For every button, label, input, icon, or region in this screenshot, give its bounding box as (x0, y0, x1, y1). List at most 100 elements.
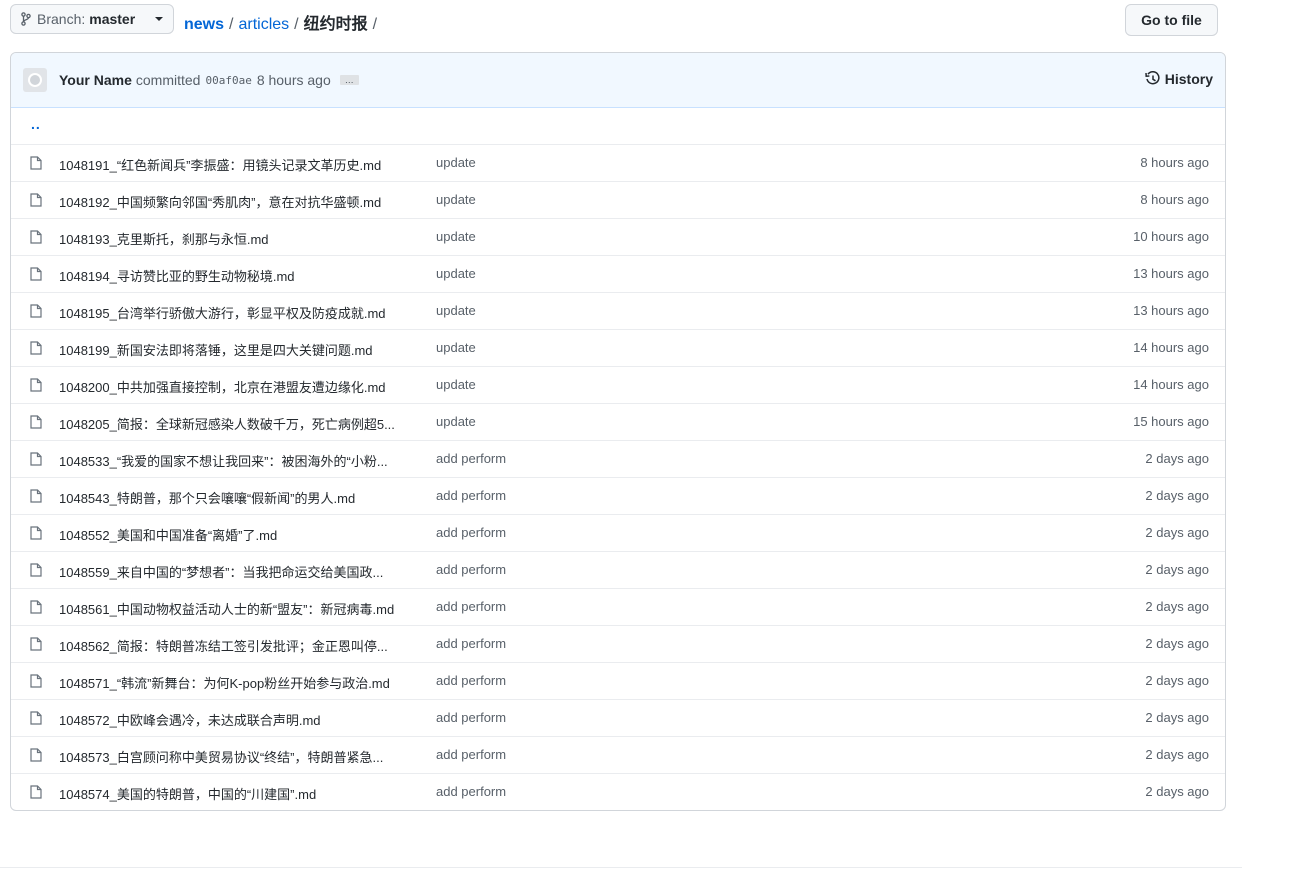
breadcrumb-repo-link[interactable]: news (184, 16, 224, 34)
file-name-link[interactable]: 1048572_中欧峰会遇冷，未达成联合声明.md (59, 710, 423, 729)
commit-message-expand-button[interactable]: … (339, 75, 359, 85)
file-icon (30, 452, 42, 466)
file-name-link[interactable]: 1048574_美国的特朗普，中国的“川建国”.md (59, 784, 423, 803)
commit-message-link[interactable]: update (436, 414, 476, 429)
file-name-link[interactable]: 1048533_“我爱的国家不想让我回来”：被困海外的“小粉... (59, 451, 423, 470)
commit-message-link[interactable]: add perform (436, 562, 506, 577)
commit-message-link[interactable]: update (436, 229, 476, 244)
breadcrumb: news / articles / 纽约时报 / (184, 10, 382, 34)
table-row[interactable]: 1048559_来自中国的“梦想者”：当我把命运交给美国政... add perf… (11, 551, 1225, 588)
table-row[interactable]: 1048574_美国的特朗普，中国的“川建国”.md add perform 2 d… (11, 773, 1225, 810)
git-branch-icon (21, 12, 31, 26)
commit-message-link[interactable]: update (436, 192, 476, 207)
table-row[interactable]: 1048199_新国安法即将落锤，这里是四大关键问题.md update 14 ho… (11, 329, 1225, 366)
file-name-link[interactable]: 1048192_中国频繁向邻国“秀肌肉”，意在对抗华盛顿.md (59, 192, 423, 211)
file-browser: Your Name committed 00af0ae 8 hours ago … (10, 52, 1226, 811)
commit-info: Your Name committed 00af0ae 8 hours ago … (59, 72, 359, 88)
file-name-link[interactable]: 1048573_白宫顾问称中美贸易协议“终结”，特朗普紧急... (59, 747, 423, 766)
file-icon (30, 489, 42, 503)
commit-age: 2 days ago (1145, 451, 1209, 466)
file-list: 1048191_“红色新闻兵”李振盛：用镜头记录文革历史.md update 8 h… (11, 144, 1225, 810)
commit-message-link[interactable]: add perform (436, 488, 506, 503)
breadcrumb-separator: / (372, 16, 378, 33)
commit-age: 13 hours ago (1133, 266, 1209, 281)
commit-message-link[interactable]: update (436, 377, 476, 392)
history-button[interactable]: History (1145, 71, 1213, 87)
file-name-link[interactable]: 1048205_简报：全球新冠感染人数破千万，死亡病例超5... (59, 414, 423, 433)
table-row[interactable]: 1048195_台湾举行骄傲大游行，彰显平权及防疫成就.md update 13 h… (11, 292, 1225, 329)
commit-age: 2 days ago (1145, 747, 1209, 762)
commit-age: 2 days ago (1145, 562, 1209, 577)
commit-message-link[interactable]: add perform (436, 784, 506, 799)
table-row[interactable]: 1048533_“我爱的国家不想让我回来”：被困海外的“小粉... add per… (11, 440, 1225, 477)
table-row[interactable]: 1048571_“韩流”新舞台：为何K-pop粉丝开始参与政治.md add pe… (11, 662, 1225, 699)
file-name-link[interactable]: 1048543_特朗普，那个只会嚷嚷“假新闻”的男人.md (59, 488, 423, 507)
table-row[interactable]: 1048552_美国和中国准备“离婚”了.md add perform 2 days… (11, 514, 1225, 551)
table-row[interactable]: 1048191_“红色新闻兵”李振盛：用镜头记录文革历史.md update 8 h… (11, 144, 1225, 181)
breadcrumb-separator: / (229, 16, 234, 33)
file-icon (30, 267, 42, 281)
commit-sha[interactable]: 00af0ae (205, 74, 251, 87)
commit-age: 2 days ago (1145, 784, 1209, 799)
commit-author[interactable]: Your Name (59, 72, 132, 88)
branch-name: master (89, 11, 136, 27)
commit-age: 2 days ago (1145, 636, 1209, 651)
breadcrumb-current-folder: 纽约时报 (303, 16, 368, 33)
file-icon (30, 378, 42, 392)
file-name-link[interactable]: 1048193_克里斯托，刹那与永恒.md (59, 229, 423, 248)
commit-message-link[interactable]: update (436, 266, 476, 281)
table-row[interactable]: 1048193_克里斯托，刹那与永恒.md update 10 hours ago (11, 218, 1225, 255)
commit-message-link[interactable]: update (436, 303, 476, 318)
commit-age: 2 days ago (1145, 599, 1209, 614)
commit-message-link[interactable]: update (436, 155, 476, 170)
latest-commit-bar: Your Name committed 00af0ae 8 hours ago … (11, 53, 1225, 108)
file-name-link[interactable]: 1048552_美国和中国准备“离婚”了.md (59, 525, 423, 544)
file-name-link[interactable]: 1048191_“红色新闻兵”李振盛：用镜头记录文革历史.md (59, 155, 423, 174)
commit-age: 13 hours ago (1133, 303, 1209, 318)
table-row[interactable]: 1048205_简报：全球新冠感染人数破千万，死亡病例超5... update 15… (11, 403, 1225, 440)
file-name-link[interactable]: 1048562_简报：特朗普冻结工签引发批评；金正恩叫停... (59, 636, 423, 655)
file-name-link[interactable]: 1048200_中共加强直接控制，北京在港盟友遭边缘化.md (59, 377, 423, 396)
branch-label: Branch: (37, 11, 86, 27)
file-icon (30, 230, 42, 244)
commit-message-link[interactable]: add perform (436, 747, 506, 762)
file-name-link[interactable]: 1048195_台湾举行骄傲大游行，彰显平权及防疫成就.md (59, 303, 423, 322)
file-name-link[interactable]: 1048199_新国安法即将落锤，这里是四大关键问题.md (59, 340, 423, 359)
table-row[interactable]: 1048561_中国动物权益活动人士的新“盟友”：新冠病毒.md add perf… (11, 588, 1225, 625)
file-icon (30, 526, 42, 540)
table-row[interactable]: 1048543_特朗普，那个只会嚷嚷“假新闻”的男人.md add perform… (11, 477, 1225, 514)
file-icon (30, 600, 42, 614)
file-icon (30, 674, 42, 688)
table-row[interactable]: 1048200_中共加强直接控制，北京在港盟友遭边缘化.md update 14 h… (11, 366, 1225, 403)
table-row[interactable]: 1048573_白宫顾问称中美贸易协议“终结”，特朗普紧急... add perf… (11, 736, 1225, 773)
commit-age: 2 days ago (1145, 710, 1209, 725)
github-avatar-icon (26, 71, 44, 89)
commit-verb: committed (135, 72, 201, 88)
table-row[interactable]: 1048194_寻访赞比亚的野生动物秘境.md update 13 hours ag… (11, 255, 1225, 292)
avatar[interactable] (23, 68, 47, 92)
file-icon (30, 748, 42, 762)
file-name-link[interactable]: 1048194_寻访赞比亚的野生动物秘境.md (59, 266, 423, 285)
commit-message-link[interactable]: add perform (436, 451, 506, 466)
commit-message-link[interactable]: add perform (436, 673, 506, 688)
file-name-link[interactable]: 1048559_来自中国的“梦想者”：当我把命运交给美国政... (59, 562, 423, 581)
go-to-file-button[interactable]: Go to file (1125, 4, 1218, 36)
table-row[interactable]: 1048192_中国频繁向邻国“秀肌肉”，意在对抗华盛顿.md update 8 h… (11, 181, 1225, 218)
file-name-link[interactable]: 1048561_中国动物权益活动人士的新“盟友”：新冠病毒.md (59, 599, 423, 618)
footer-divider (0, 867, 1242, 868)
commit-message-link[interactable]: add perform (436, 636, 506, 651)
branch-select-button[interactable]: Branch: master (10, 4, 174, 34)
file-name-link[interactable]: 1048571_“韩流”新舞台：为何K-pop粉丝开始参与政治.md (59, 673, 423, 692)
commit-age: 14 hours ago (1133, 377, 1209, 392)
breadcrumb-articles-link[interactable]: articles (238, 16, 289, 34)
parent-directory-row[interactable]: .. (11, 108, 1225, 144)
commit-message-link[interactable]: add perform (436, 525, 506, 540)
parent-directory-link[interactable]: .. (31, 116, 41, 132)
table-row[interactable]: 1048562_简报：特朗普冻结工签引发批评；金正恩叫停... add perfo… (11, 625, 1225, 662)
commit-message-link[interactable]: add perform (436, 599, 506, 614)
commit-message-link[interactable]: update (436, 340, 476, 355)
table-row[interactable]: 1048572_中欧峰会遇冷，未达成联合声明.md add perform 2 da… (11, 699, 1225, 736)
commit-message-link[interactable]: add perform (436, 710, 506, 725)
commit-age: 10 hours ago (1133, 229, 1209, 244)
history-icon (1145, 71, 1160, 85)
